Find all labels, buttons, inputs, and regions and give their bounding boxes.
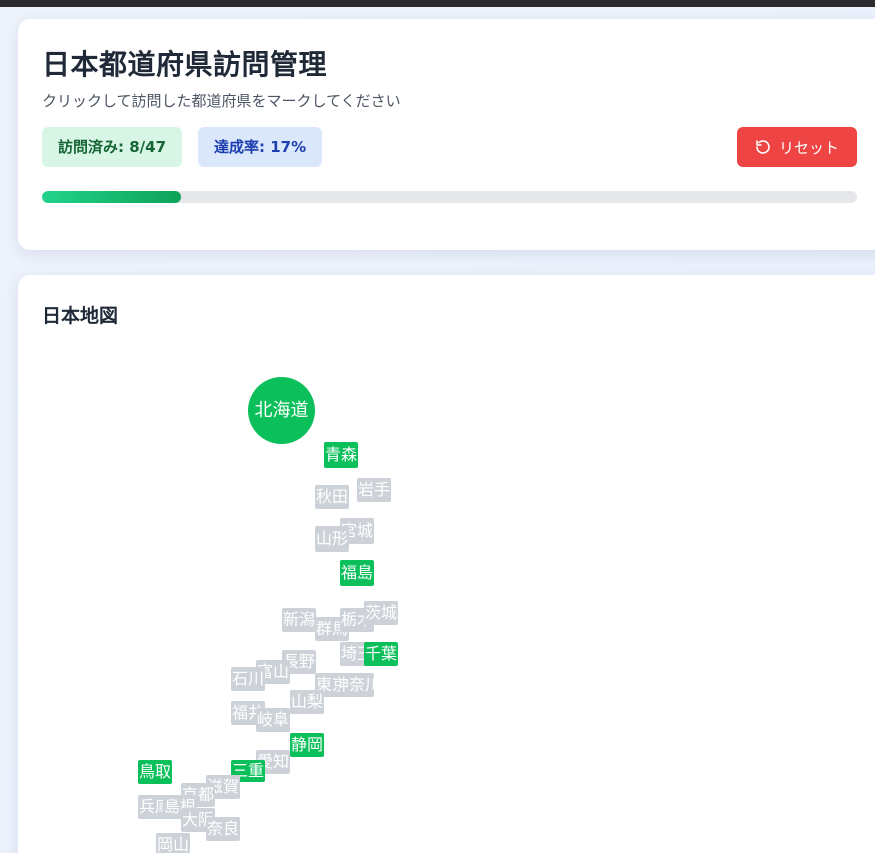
prefecture-3[interactable]: 秋田	[315, 485, 349, 509]
prefecture-20[interactable]: 岐阜	[256, 708, 290, 732]
prefecture-31[interactable]: 岡山	[156, 833, 190, 853]
prefecture-17[interactable]: 神奈川	[340, 673, 374, 697]
completion-rate-badge: 達成率: 17%	[198, 127, 323, 167]
progress-bar-fill	[42, 191, 181, 203]
map-card: 日本地図 北海道 青森 岩手 秋田 宮城 山形 福島 新潟 群馬 栃木 茨城 埼玉 千葉 長野 富山 石川 東京…	[18, 275, 875, 853]
prefecture-5[interactable]: 山形	[315, 526, 349, 552]
prefecture-24[interactable]: 鳥取	[138, 760, 172, 784]
prefecture-30[interactable]: 奈良	[206, 817, 240, 841]
prefecture-2[interactable]: 岩手	[357, 478, 391, 502]
reset-button-label: リセット	[778, 138, 839, 157]
prefecture-18[interactable]: 山梨	[290, 690, 324, 714]
visited-count-badge: 訪問済み: 8/47	[42, 127, 183, 167]
header-card: 日本都道府県訪問管理 クリックして訪問した都道府県をマークしてください 訪問済み…	[18, 19, 875, 250]
progress-bar	[42, 191, 857, 203]
prefecture-7[interactable]: 新潟	[282, 608, 316, 632]
reset-button[interactable]: リセット	[737, 127, 857, 167]
page-subtitle: クリックして訪問した都道府県をマークしてください	[42, 92, 401, 110]
prefecture-21[interactable]: 静岡	[290, 733, 324, 757]
japan-map: 北海道 青森 岩手 秋田 宮城 山形 福島 新潟 群馬 栃木 茨城 埼玉 千葉 長野 富山 石川 東京 神奈川 山梨…	[18, 275, 875, 853]
page-title: 日本都道府県訪問管理	[42, 48, 328, 81]
prefecture-1[interactable]: 青森	[324, 442, 358, 468]
rotate-ccw-icon	[756, 140, 770, 154]
prefecture-15[interactable]: 石川	[231, 667, 265, 691]
window-top-bar	[0, 0, 875, 7]
prefecture-0[interactable]: 北海道	[248, 377, 315, 444]
prefecture-6[interactable]: 福島	[340, 560, 374, 586]
prefecture-12[interactable]: 千葉	[364, 642, 398, 666]
prefecture-10[interactable]: 茨城	[364, 601, 398, 625]
